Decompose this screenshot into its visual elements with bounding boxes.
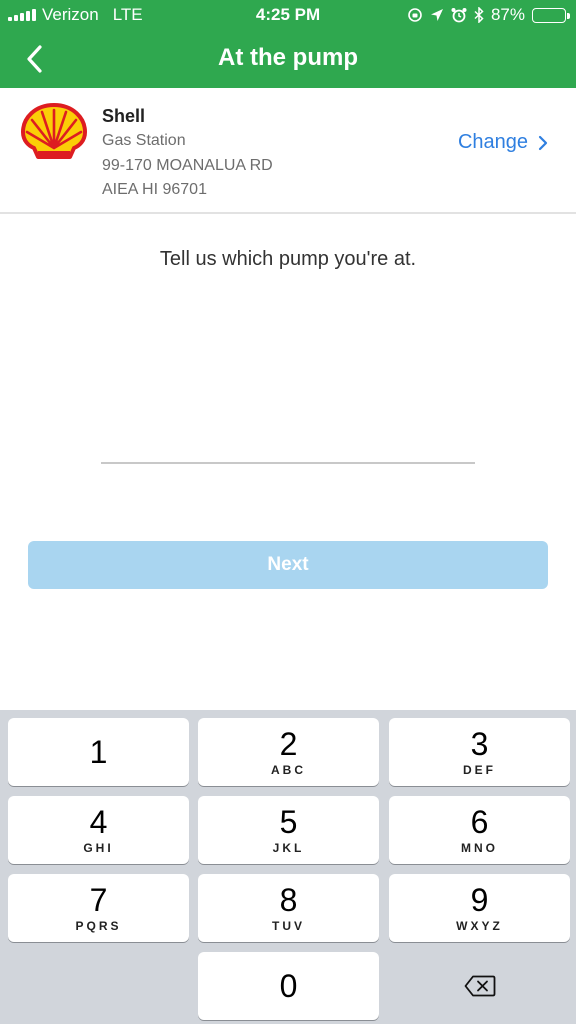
- key-letters: ABC: [271, 763, 306, 777]
- key-0[interactable]: 0: [198, 952, 379, 1020]
- key-letters: JKL: [272, 841, 305, 855]
- key-9[interactable]: 9 WXYZ: [389, 874, 570, 942]
- key-letters: GHI: [83, 841, 114, 855]
- status-right: 87%: [407, 5, 570, 25]
- bluetooth-icon: [474, 7, 484, 23]
- key-letters: WXYZ: [456, 919, 503, 933]
- key-digit: 1: [89, 734, 108, 770]
- key-letters: DEF: [463, 763, 496, 777]
- key-letters: MNO: [461, 841, 498, 855]
- location-arrow-icon: [430, 9, 443, 21]
- change-label: Change: [457, 131, 528, 153]
- key-4[interactable]: 4 GHI: [8, 796, 189, 864]
- backspace-key[interactable]: [389, 952, 570, 1020]
- nav-bar: At the pump: [0, 38, 576, 82]
- status-bar: Verizon LTE 4:25 PM 87%: [0, 0, 576, 30]
- key-digit: 0: [279, 968, 298, 1004]
- key-8[interactable]: 8 TUV: [198, 874, 379, 942]
- key-6[interactable]: 6 MNO: [389, 796, 570, 864]
- key-digit: 5: [279, 804, 298, 840]
- key-digit: 8: [279, 882, 298, 918]
- pump-prompt: Tell us which pump you're at.: [159, 248, 417, 270]
- key-7[interactable]: 7 PQRS: [8, 874, 189, 942]
- backspace-icon: [464, 975, 495, 997]
- change-station-link[interactable]: Change: [458, 131, 548, 154]
- page-title: At the pump: [218, 44, 358, 71]
- key-1[interactable]: 1: [8, 718, 189, 786]
- key-letters: PQRS: [75, 919, 122, 933]
- pump-number-input[interactable]: [101, 420, 475, 464]
- key-digit: 3: [470, 726, 489, 762]
- key-digit: 2: [279, 726, 298, 762]
- key-digit: 9: [470, 882, 489, 918]
- station-type: Gas Station: [102, 132, 186, 149]
- battery-icon: [532, 7, 570, 23]
- station-address-line1: 99-170 MOANALUA RD: [102, 157, 273, 174]
- key-digit: 6: [470, 804, 489, 840]
- numeric-keypad: 1 2 ABC 3 DEF 4 GHI 5 JKL 6 MNO 7 PQRS 8 TUV 9W…: [0, 710, 576, 1024]
- station-address-line2: AIEA HI 96701: [102, 181, 207, 198]
- key-5[interactable]: 5 JKL: [198, 796, 379, 864]
- rotation-lock-icon: [408, 8, 422, 22]
- next-button[interactable]: Next: [28, 541, 548, 589]
- app-header: Verizon LTE 4:25 PM 87% At the pump: [0, 0, 576, 88]
- station-card: Shell Gas Station 99-170 MOANALUA RD AIE…: [0, 88, 576, 214]
- station-name: Shell: [102, 106, 146, 126]
- shell-logo: [21, 103, 87, 159]
- key-digit: 4: [89, 804, 108, 840]
- chevron-right-icon: [538, 135, 548, 150]
- key-letters: TUV: [272, 919, 305, 933]
- key-digit: 7: [89, 882, 108, 918]
- key-2[interactable]: 2 ABC: [198, 718, 379, 786]
- battery-percent: 87%: [490, 5, 525, 24]
- key-3[interactable]: 3 DEF: [389, 718, 570, 786]
- alarm-clock-icon: [451, 8, 467, 23]
